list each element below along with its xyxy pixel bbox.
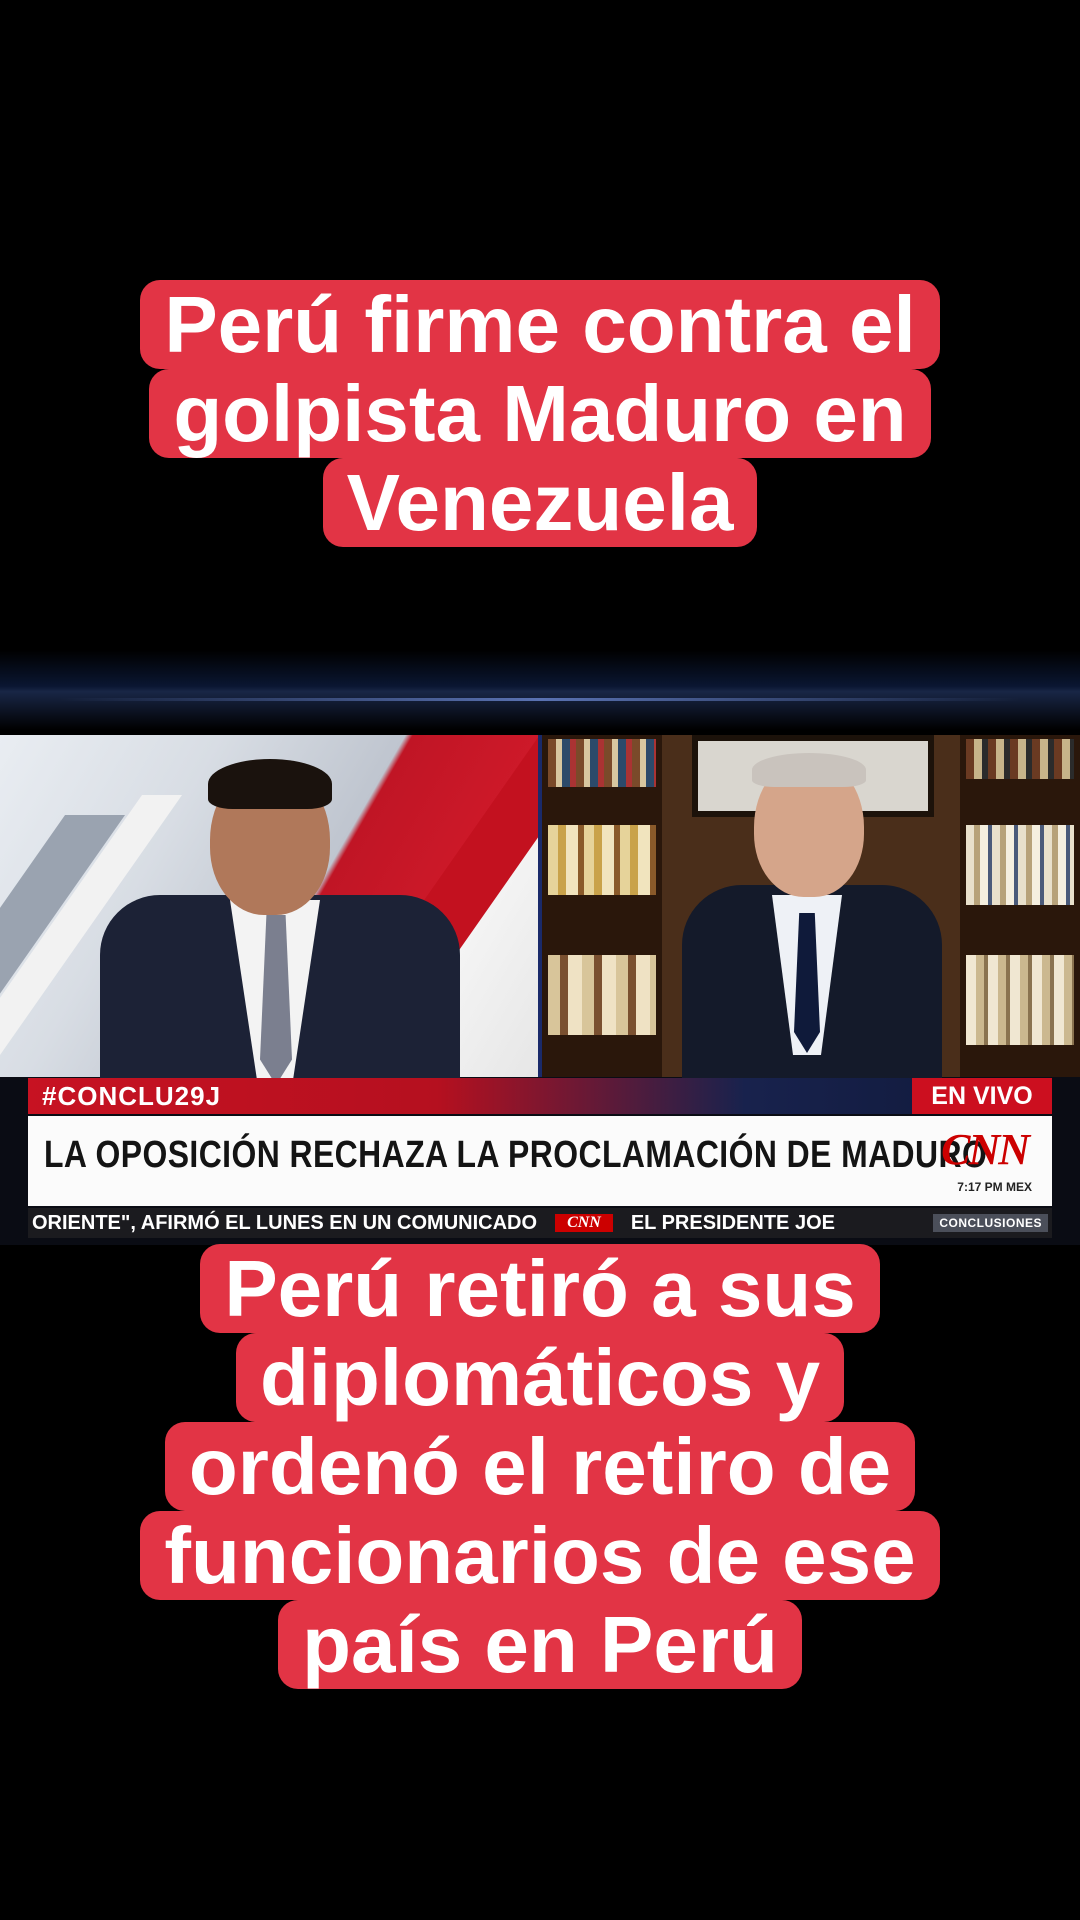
light-streak [0,650,1080,730]
bottom-caption-line: ordenó el retiro de [164,1422,916,1511]
top-caption: Perú firme contra el golpista Maduro en … [0,280,1080,547]
top-caption-line: Perú firme contra el [140,280,940,369]
ticker-text-right: EL PRESIDENTE JOE [630,1211,835,1234]
program-badge: CONCLUSIONES [933,1214,1048,1232]
news-anchor [80,735,480,1085]
news-ticker: ORIENTE", AFIRMÓ EL LUNES EN UN COMUNICA… [28,1208,1052,1238]
program-hashtag: #CONCLU29J [42,1081,222,1111]
news-video-player[interactable]: #CONCLU29J EN VIVO LA OPOSICIÓN RECHAZA … [0,735,1080,1245]
bottom-caption-line: país en Perú [278,1600,802,1689]
top-caption-line: golpista Maduro en [149,369,931,458]
headline-box: LA OPOSICIÓN RECHAZA LA PROCLAMACIÓN DE … [28,1116,1052,1206]
ticker-text-left: ORIENTE", AFIRMÓ EL LUNES EN UN COMUNICA… [32,1211,538,1234]
studio-background [0,735,610,1115]
interview-guest [672,735,952,1085]
broadcast-time: 7:17 PM MEX [957,1180,1032,1194]
tiktok-video-frame: Perú firme contra el golpista Maduro en … [0,0,1080,1920]
news-headline: LA OPOSICIÓN RECHAZA LA PROCLAMACIÓN DE … [44,1134,988,1176]
bottom-caption-line: funcionarios de ese [140,1511,940,1600]
live-badge: EN VIVO [912,1078,1052,1114]
bottom-caption-line: diplomáticos y [235,1333,845,1422]
light-streak-line [60,698,1020,701]
library-background [542,735,1080,1085]
ticker-cnn-separator: CNN [555,1214,613,1232]
cnn-logo: CNN [941,1125,1030,1174]
top-caption-line: Venezuela [322,458,758,547]
bottom-caption-line: Perú retiró a sus [200,1244,880,1333]
bottom-caption: Perú retiró a sus diplomáticos y ordenó … [0,1244,1080,1689]
